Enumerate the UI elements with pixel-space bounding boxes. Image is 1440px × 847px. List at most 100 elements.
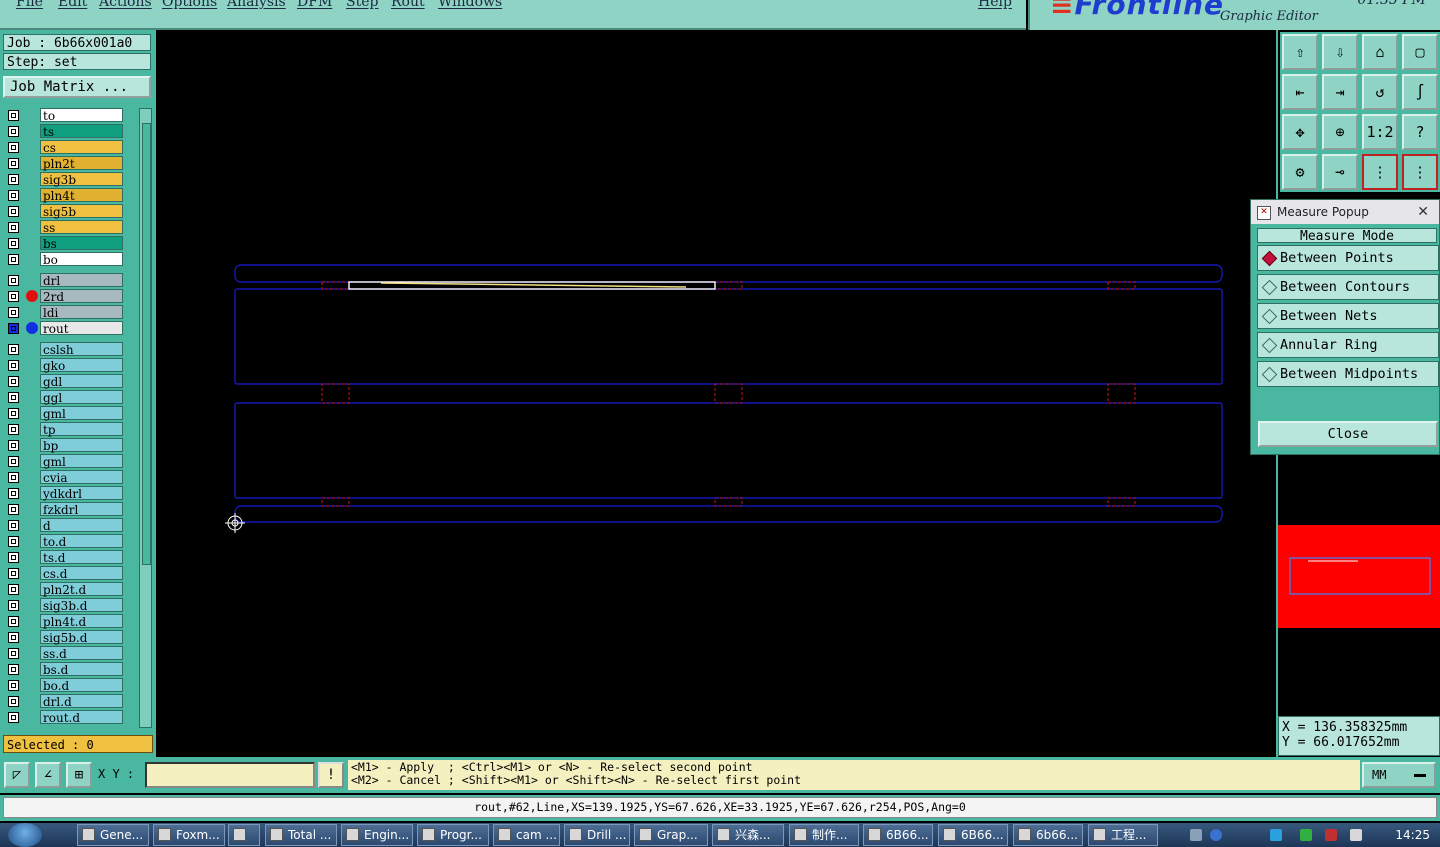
layer-row[interactable]: tp <box>4 422 125 437</box>
layer-checkbox[interactable] <box>8 488 19 499</box>
taskbar-item[interactable]: 工程... <box>1088 824 1158 846</box>
layer-row[interactable]: gdl <box>4 374 125 389</box>
layer-checkbox[interactable] <box>8 584 19 595</box>
layer-name[interactable]: drl <box>40 273 123 288</box>
layer-name[interactable]: pln4t <box>40 188 123 203</box>
layer-checkbox[interactable] <box>8 456 19 467</box>
layer-name[interactable]: gml <box>40 454 123 469</box>
layer-name[interactable]: 2rd <box>40 289 123 304</box>
layer-checkbox[interactable] <box>8 206 19 217</box>
layer-name[interactable]: pln4t.d <box>40 614 123 629</box>
layer-row[interactable]: gml <box>4 454 125 469</box>
snap-mode-icon[interactable]: ◸ <box>4 762 30 788</box>
layer-checkbox[interactable] <box>8 616 19 627</box>
menu-edit[interactable]: Edit <box>58 0 87 10</box>
layer-checkbox[interactable] <box>8 142 19 153</box>
close-button[interactable]: Close <box>1258 421 1438 447</box>
step-left-icon[interactable]: ⇤ <box>1282 74 1318 110</box>
layer-checkbox[interactable] <box>8 536 19 547</box>
exclamation-button[interactable]: ! <box>318 762 344 788</box>
layer-checkbox[interactable] <box>8 360 19 371</box>
layer-checkbox[interactable] <box>8 632 19 643</box>
menu-actions[interactable]: Actions <box>99 0 152 10</box>
taskbar-item[interactable]: 制作... <box>789 824 859 846</box>
layer-checkbox[interactable] <box>8 254 19 265</box>
layer-checkbox[interactable] <box>8 307 19 318</box>
layer-row[interactable]: gml <box>4 406 125 421</box>
measure-icon[interactable]: ⋮ <box>1362 154 1398 190</box>
taskbar-item[interactable]: 6B66... <box>863 824 933 846</box>
layer-row[interactable]: ydkdrl <box>4 486 125 501</box>
step-right-icon[interactable]: ⇥ <box>1322 74 1358 110</box>
layer-name[interactable]: bs <box>40 236 123 251</box>
menu-options[interactable]: Options <box>162 0 217 10</box>
layer-name[interactable]: rout.d <box>40 710 123 725</box>
taskbar-item[interactable]: Progr... <box>417 824 489 846</box>
menu-rout[interactable]: Rout <box>391 0 425 10</box>
layer-checkbox[interactable] <box>8 275 19 286</box>
layer-row[interactable]: ldi <box>4 305 125 320</box>
layer-row[interactable]: sig5b <box>4 204 125 219</box>
layer-checkbox[interactable] <box>8 376 19 387</box>
layer-row[interactable]: sig3b <box>4 172 125 187</box>
taskbar-item[interactable]: Drill ... <box>564 824 630 846</box>
layer-row[interactable]: drl <box>4 273 125 288</box>
layer-checkbox[interactable] <box>8 291 19 302</box>
layer-row[interactable]: ts.d <box>4 550 125 565</box>
help-tray-icon[interactable] <box>1210 829 1222 841</box>
layer-checkbox[interactable] <box>8 158 19 169</box>
layer-name[interactable]: bo.d <box>40 678 123 693</box>
taskbar-item[interactable]: cam ... <box>493 824 560 846</box>
panel-icon[interactable]: ▢ <box>1402 34 1438 70</box>
layer-name[interactable]: cs <box>40 140 123 155</box>
layer-checkbox[interactable] <box>8 696 19 707</box>
measure-option[interactable]: Between Nets <box>1257 303 1439 329</box>
layer-checkbox[interactable] <box>8 648 19 659</box>
layer-checkbox[interactable] <box>8 408 19 419</box>
layer-name[interactable]: sig3b.d <box>40 598 123 613</box>
layer-name[interactable]: ydkdrl <box>40 486 123 501</box>
layer-row[interactable]: ss <box>4 220 125 235</box>
layer-name[interactable]: ldi <box>40 305 123 320</box>
layer-row[interactable]: rout.d <box>4 710 125 725</box>
overview-map[interactable] <box>1278 455 1440 710</box>
layer-row[interactable]: cslsh <box>4 342 125 357</box>
taskbar-item[interactable]: Engin... <box>341 824 413 846</box>
grid-mode-icon[interactable]: ⊞ <box>66 762 92 788</box>
layer-row[interactable]: pln4t.d <box>4 614 125 629</box>
layer-row[interactable]: to <box>4 108 125 123</box>
layer-checkbox[interactable] <box>8 126 19 137</box>
layer-name[interactable]: gdl <box>40 374 123 389</box>
import-icon[interactable]: ⇩ <box>1322 34 1358 70</box>
layer-name[interactable]: to <box>40 108 123 123</box>
menu-file[interactable]: File <box>16 0 43 10</box>
layer-row[interactable]: cs <box>4 140 125 155</box>
layer-checkbox[interactable] <box>8 664 19 675</box>
layer-name[interactable]: rout <box>40 321 123 336</box>
layer-row[interactable]: bp <box>4 438 125 453</box>
probe-icon[interactable]: ⊸ <box>1322 154 1358 190</box>
browser-tray-icon[interactable] <box>1270 829 1282 841</box>
layer-checkbox[interactable] <box>8 712 19 723</box>
fit-icon[interactable]: ✥ <box>1282 114 1318 150</box>
layer-checkbox[interactable] <box>8 424 19 435</box>
taskbar-item[interactable]: 兴森... <box>712 824 784 846</box>
start-button[interactable] <box>8 823 42 847</box>
home-icon[interactable]: ⌂ <box>1362 34 1398 70</box>
taskbar-item[interactable]: Gene... <box>77 824 149 846</box>
layer-row[interactable]: sig5b.d <box>4 630 125 645</box>
layer-checkbox[interactable] <box>8 238 19 249</box>
menu-windows[interactable]: Windows <box>438 0 502 10</box>
layer-name[interactable]: ts <box>40 124 123 139</box>
layer-row[interactable]: pln2t <box>4 156 125 171</box>
job-matrix-button[interactable]: Job Matrix ... <box>3 76 151 98</box>
export-icon[interactable]: ⇧ <box>1282 34 1318 70</box>
layer-name[interactable]: sig5b.d <box>40 630 123 645</box>
layer-checkbox[interactable] <box>8 190 19 201</box>
layer-scrollbar[interactable] <box>139 108 152 728</box>
layer-name[interactable]: ggl <box>40 390 123 405</box>
layer-name[interactable]: tp <box>40 422 123 437</box>
graphic-canvas[interactable] <box>156 30 1276 757</box>
settings-icon[interactable]: ⚙ <box>1282 154 1318 190</box>
taskbar-item[interactable] <box>228 824 260 846</box>
